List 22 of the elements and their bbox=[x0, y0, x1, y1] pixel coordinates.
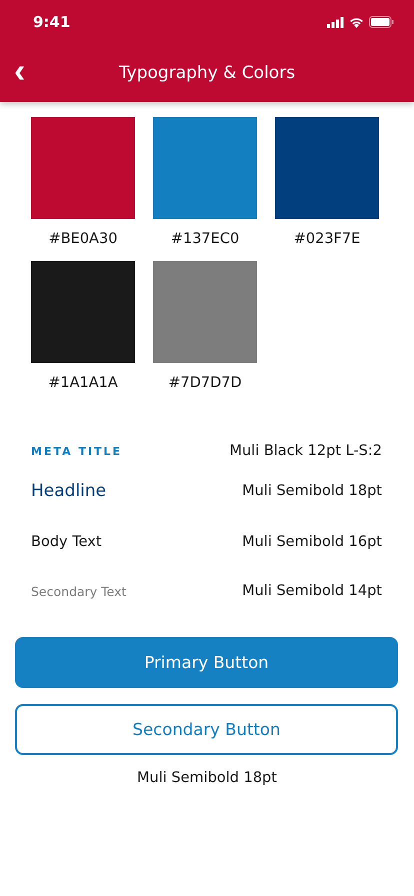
color-code: #137EC0 bbox=[170, 231, 240, 247]
color-code: #BE0A30 bbox=[48, 231, 118, 247]
font-spec: Muli Black 12pt L-S:2 bbox=[229, 443, 382, 459]
type-sample: META TITLE bbox=[31, 444, 122, 458]
type-sample: Secondary Text bbox=[31, 584, 126, 598]
font-spec: Muli Semibold 14pt bbox=[242, 583, 382, 599]
signal-icon bbox=[327, 16, 344, 28]
color-code: #023F7E bbox=[294, 231, 360, 247]
screen-title: Typography & Colors bbox=[118, 63, 296, 83]
wifi-icon bbox=[349, 16, 364, 28]
font-spec: Muli Semibold 18pt bbox=[242, 483, 382, 499]
button-font-spec: Muli Semibold 18pt bbox=[136, 770, 278, 786]
type-sample: Headline bbox=[31, 481, 106, 501]
back-button[interactable]: ‹ bbox=[10, 56, 30, 86]
type-sample: Body Text bbox=[31, 534, 102, 550]
battery-icon bbox=[369, 16, 394, 28]
primary-button[interactable]: Primary Button bbox=[15, 637, 398, 688]
secondary-button[interactable]: Secondary Button bbox=[15, 704, 398, 755]
color-code: #7D7D7D bbox=[168, 375, 242, 391]
font-spec: Muli Semibold 16pt bbox=[242, 534, 382, 550]
color-code: #1A1A1A bbox=[48, 375, 118, 391]
status-time: 9:41 bbox=[33, 13, 70, 31]
